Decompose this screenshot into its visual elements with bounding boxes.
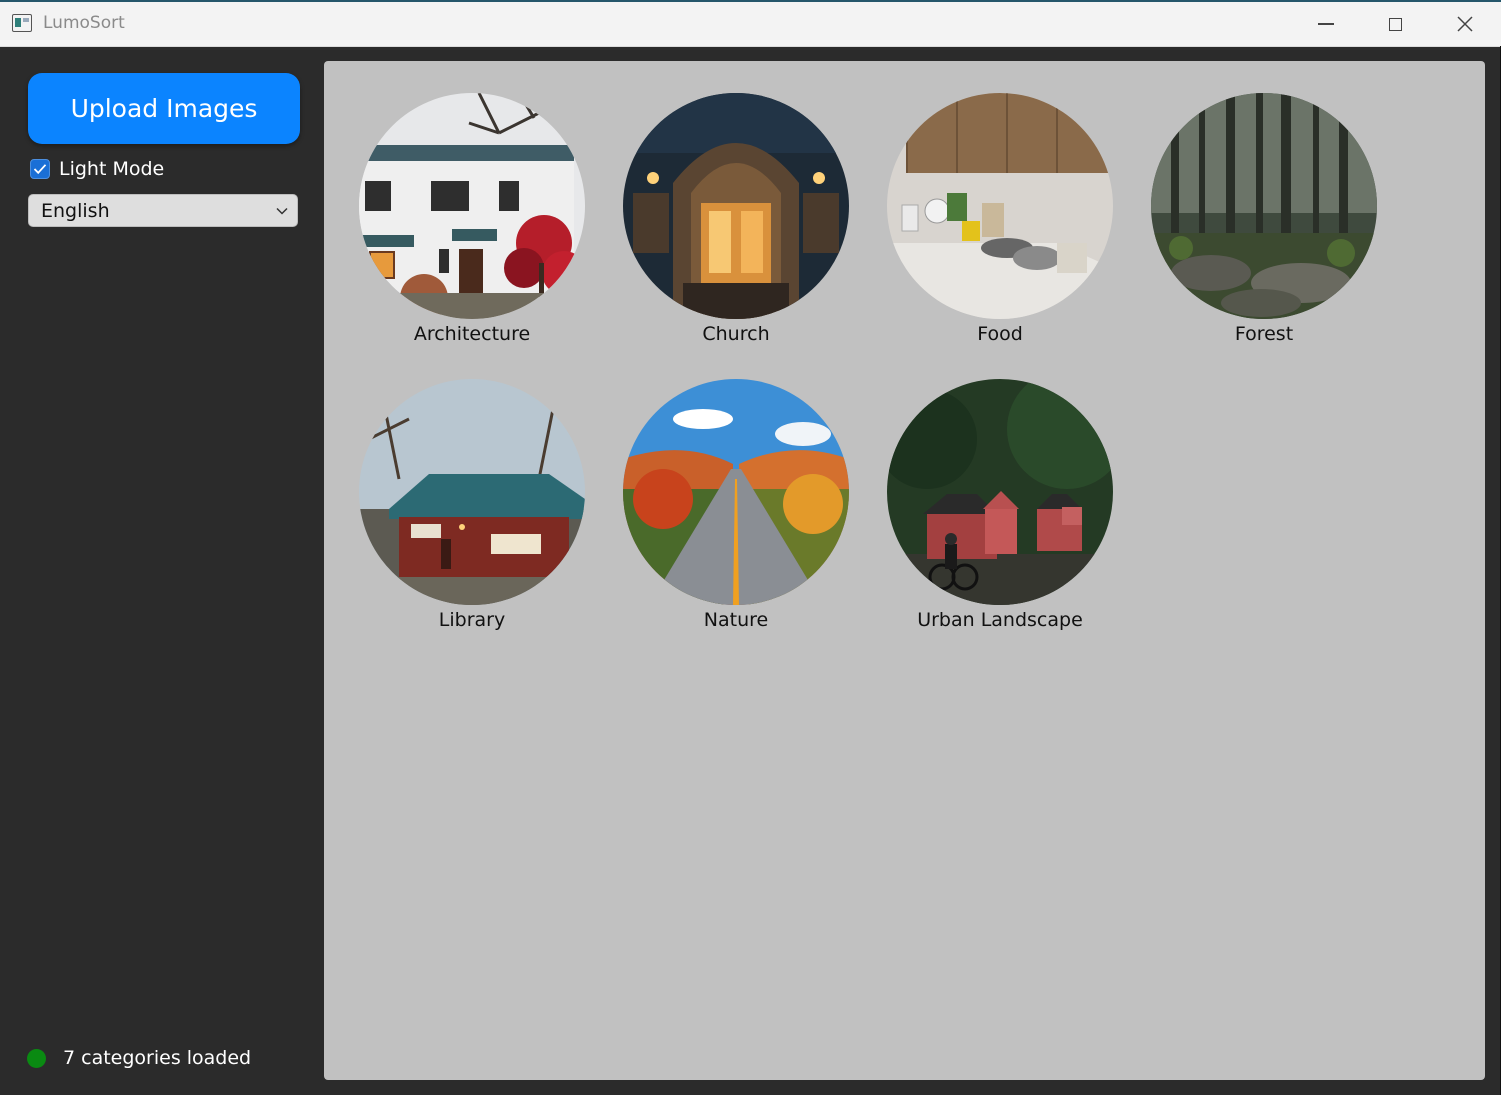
library-thumbnail[interactable]	[359, 379, 585, 605]
category-label: Forest	[1234, 323, 1294, 345]
category-nature[interactable]: Nature	[616, 379, 856, 631]
category-food[interactable]: Food	[880, 93, 1120, 345]
category-label: Library	[438, 609, 506, 631]
minimize-icon	[1318, 23, 1334, 25]
light-mode-checkbox[interactable]	[30, 159, 50, 179]
sidebar: Upload Images Light Mode English 7 categ…	[0, 47, 324, 1095]
category-label: Urban Landscape	[917, 609, 1083, 631]
status-bar: 7 categories loaded	[27, 1047, 251, 1069]
forest-thumbnail[interactable]	[1151, 93, 1377, 319]
window-title: LumoSort	[43, 13, 125, 33]
light-mode-label: Light Mode	[59, 158, 165, 180]
close-icon	[1457, 16, 1473, 32]
checkmark-icon	[33, 164, 47, 175]
light-mode-toggle[interactable]: Light Mode	[30, 158, 164, 180]
category-library[interactable]: Library	[352, 379, 592, 631]
category-label: Food	[977, 323, 1023, 345]
category-architecture[interactable]: Architecture	[352, 93, 592, 345]
language-selected-value: English	[41, 199, 110, 222]
category-label: Architecture	[413, 323, 531, 345]
close-button[interactable]	[1430, 2, 1500, 46]
upload-images-button[interactable]: Upload Images	[28, 73, 300, 144]
title-bar[interactable]: LumoSort	[0, 2, 1501, 47]
maximize-icon	[1388, 17, 1402, 31]
minimize-button[interactable]	[1291, 2, 1361, 46]
category-forest[interactable]: Forest	[1144, 93, 1384, 345]
architecture-thumbnail[interactable]	[359, 93, 585, 319]
category-urban-landscape[interactable]: Urban Landscape	[880, 379, 1120, 631]
urban-landscape-thumbnail[interactable]	[887, 379, 1113, 605]
app-window: LumoSort Upload Images Light Mode Englis…	[0, 0, 1501, 1095]
maximize-button[interactable]	[1360, 2, 1430, 46]
church-thumbnail[interactable]	[623, 93, 849, 319]
category-grid: Architecture Church Food Forest Library …	[324, 61, 1485, 1080]
category-church[interactable]: Church	[616, 93, 856, 345]
status-indicator-icon	[27, 1048, 46, 1068]
food-thumbnail[interactable]	[887, 93, 1113, 319]
nature-thumbnail[interactable]	[623, 379, 849, 605]
category-label: Church	[702, 323, 770, 345]
chevron-down-icon	[276, 207, 288, 215]
app-icon	[12, 14, 32, 32]
status-text: 7 categories loaded	[63, 1047, 252, 1069]
language-select[interactable]: English	[28, 194, 298, 227]
category-label: Nature	[703, 609, 769, 631]
